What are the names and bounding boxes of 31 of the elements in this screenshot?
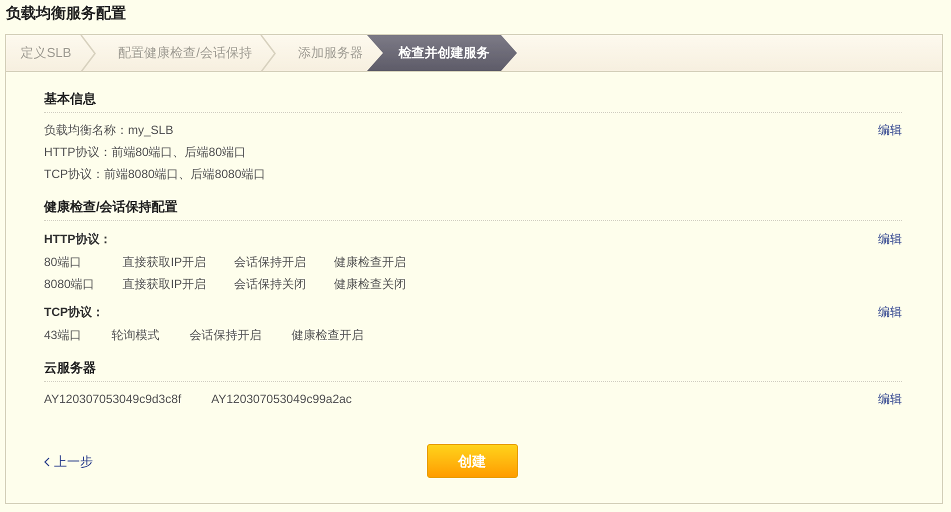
info-text: 43端口 — [44, 327, 82, 344]
info-text: 8080端口 — [44, 276, 95, 293]
info-text: 会话保持开启 — [189, 327, 262, 344]
info-text: 轮询模式 — [111, 327, 160, 344]
info-text: AY120307053049c99a2ac — [211, 391, 352, 408]
info-text: 直接获取IP开启 — [122, 254, 206, 271]
info-text: 80端口 — [44, 254, 82, 271]
back-link[interactable]: 上一步 — [44, 452, 93, 472]
step-tab[interactable]: 检查并创建服务 — [367, 35, 517, 71]
edit-link[interactable]: 编辑 — [878, 230, 902, 248]
info-text: HTTP协议：前端80端口、后端80端口 — [44, 144, 246, 161]
back-link-label: 上一步 — [54, 453, 93, 471]
section-title: 健康检查/会话保持配置 — [44, 197, 902, 221]
info-text: TCP协议：前端8080端口、后端8080端口 — [44, 166, 266, 183]
info-text: 健康检查关闭 — [334, 276, 406, 293]
section-title: 云服务器 — [44, 358, 902, 382]
info-text: 直接获取IP开启 — [122, 276, 206, 293]
info-text: AY120307053049c9d3c8f — [44, 391, 182, 408]
section-title: 基本信息 — [44, 89, 902, 113]
chevron-left-icon — [44, 456, 50, 467]
group-label: HTTP协议： — [44, 231, 112, 248]
info-text: 会话保持关闭 — [234, 276, 306, 293]
info-text: 健康检查开启 — [291, 327, 364, 344]
edit-link[interactable]: 编辑 — [878, 390, 902, 408]
info-text: 健康检查开启 — [334, 254, 406, 271]
group-label: TCP协议： — [44, 304, 104, 321]
edit-link[interactable]: 编辑 — [878, 121, 902, 139]
edit-link[interactable]: 编辑 — [878, 303, 902, 321]
page-title: 负载均衡服务配置 — [4, 4, 127, 24]
info-text: 负载均衡名称：my_SLB — [44, 122, 174, 139]
info-text: 会话保持开启 — [234, 254, 306, 271]
